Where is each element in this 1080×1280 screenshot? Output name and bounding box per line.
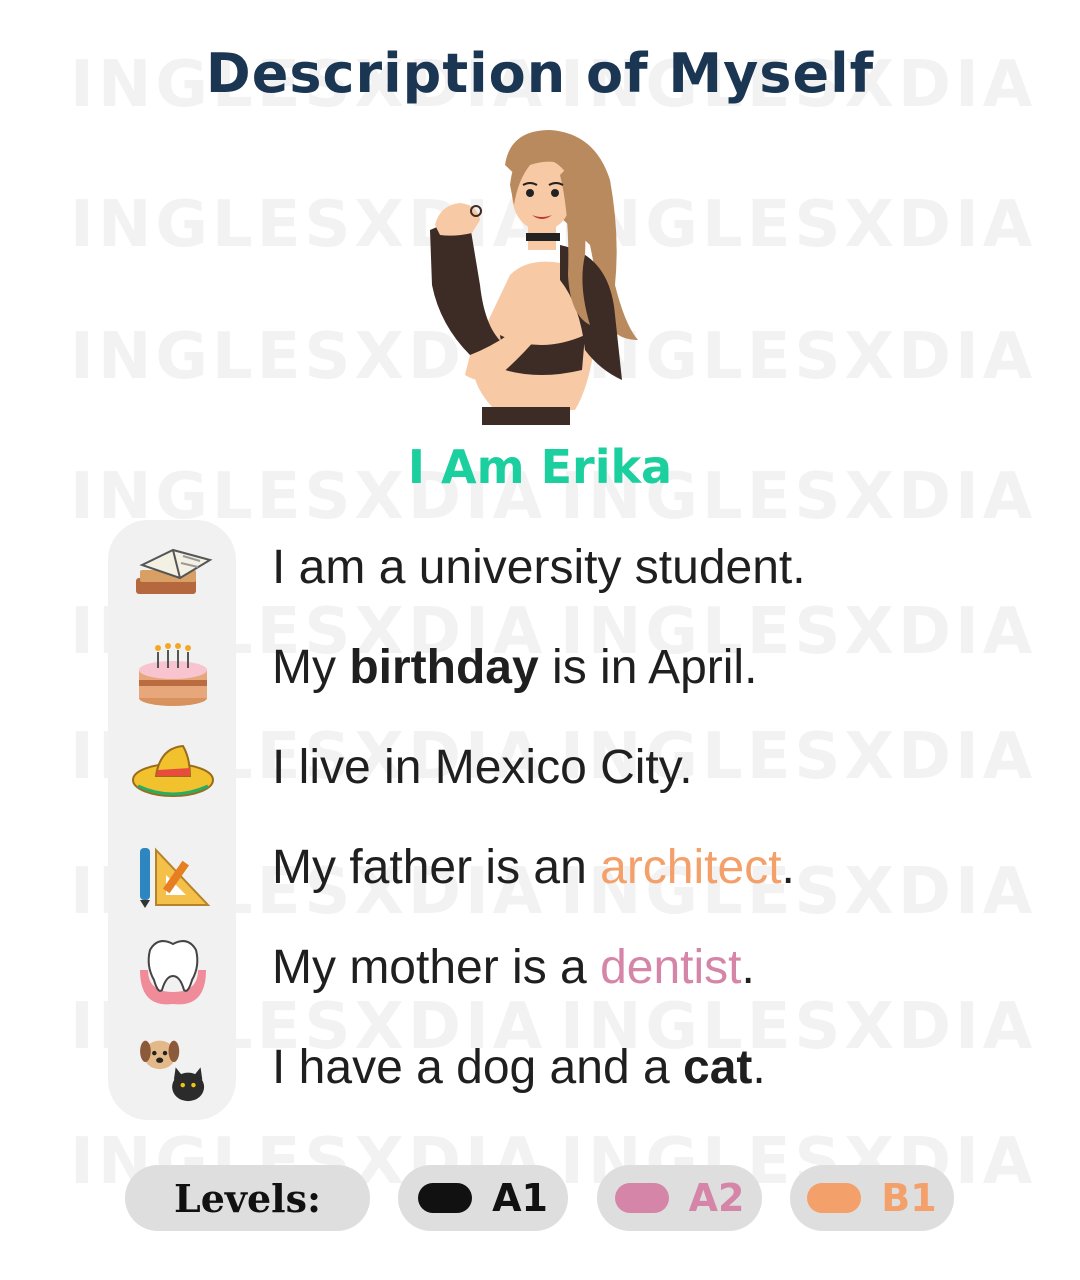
sentence-text: My birthday is in April.: [272, 641, 758, 694]
levels-label: Levels:: [125, 1165, 370, 1231]
sentence-text: My father is an architect.: [272, 841, 795, 894]
level-a1-label: A1: [492, 1176, 548, 1220]
levels-legend: Levels: A1 A2 B1: [0, 1165, 1080, 1231]
sentence-row: My birthday is in April.: [0, 620, 1080, 720]
sombrero-icon: [132, 744, 214, 797]
dog-cat-icon: [140, 1040, 205, 1102]
sentence-row: My mother is a dentist.: [0, 920, 1080, 1020]
level-b1-badge: B1: [790, 1165, 954, 1231]
level-b1-label: B1: [881, 1176, 937, 1220]
level-a2-dot: [614, 1183, 669, 1213]
sentence-row: I live in Mexico City.: [0, 720, 1080, 820]
ruler-pen-icon: [140, 847, 211, 908]
sentence-row: I am a university student.: [0, 520, 1080, 620]
tooth-icon: [140, 940, 206, 1005]
level-a1-badge: A1: [398, 1165, 568, 1231]
sentence-text: My mother is a dentist.: [272, 941, 755, 994]
student-name: I Am Erika: [407, 440, 673, 494]
girl-illustration: [430, 130, 638, 425]
sentence-text: I live in Mexico City.: [272, 741, 693, 794]
level-a2-label: A2: [688, 1176, 745, 1220]
sentence-row: I have a dog and a cat.: [0, 1020, 1080, 1120]
book-icon: [136, 548, 213, 594]
sentence-text: I have a dog and a cat.: [272, 1041, 766, 1094]
level-b1-dot: [807, 1183, 862, 1213]
sentence-text: I am a university student.: [272, 541, 806, 594]
level-a1-dot: [418, 1183, 473, 1213]
page-title: Description of Myself: [205, 42, 875, 105]
birthday-cake-icon: [139, 643, 207, 706]
level-a2-badge: A2: [597, 1165, 762, 1231]
sentence-row: My father is an architect.: [0, 820, 1080, 920]
